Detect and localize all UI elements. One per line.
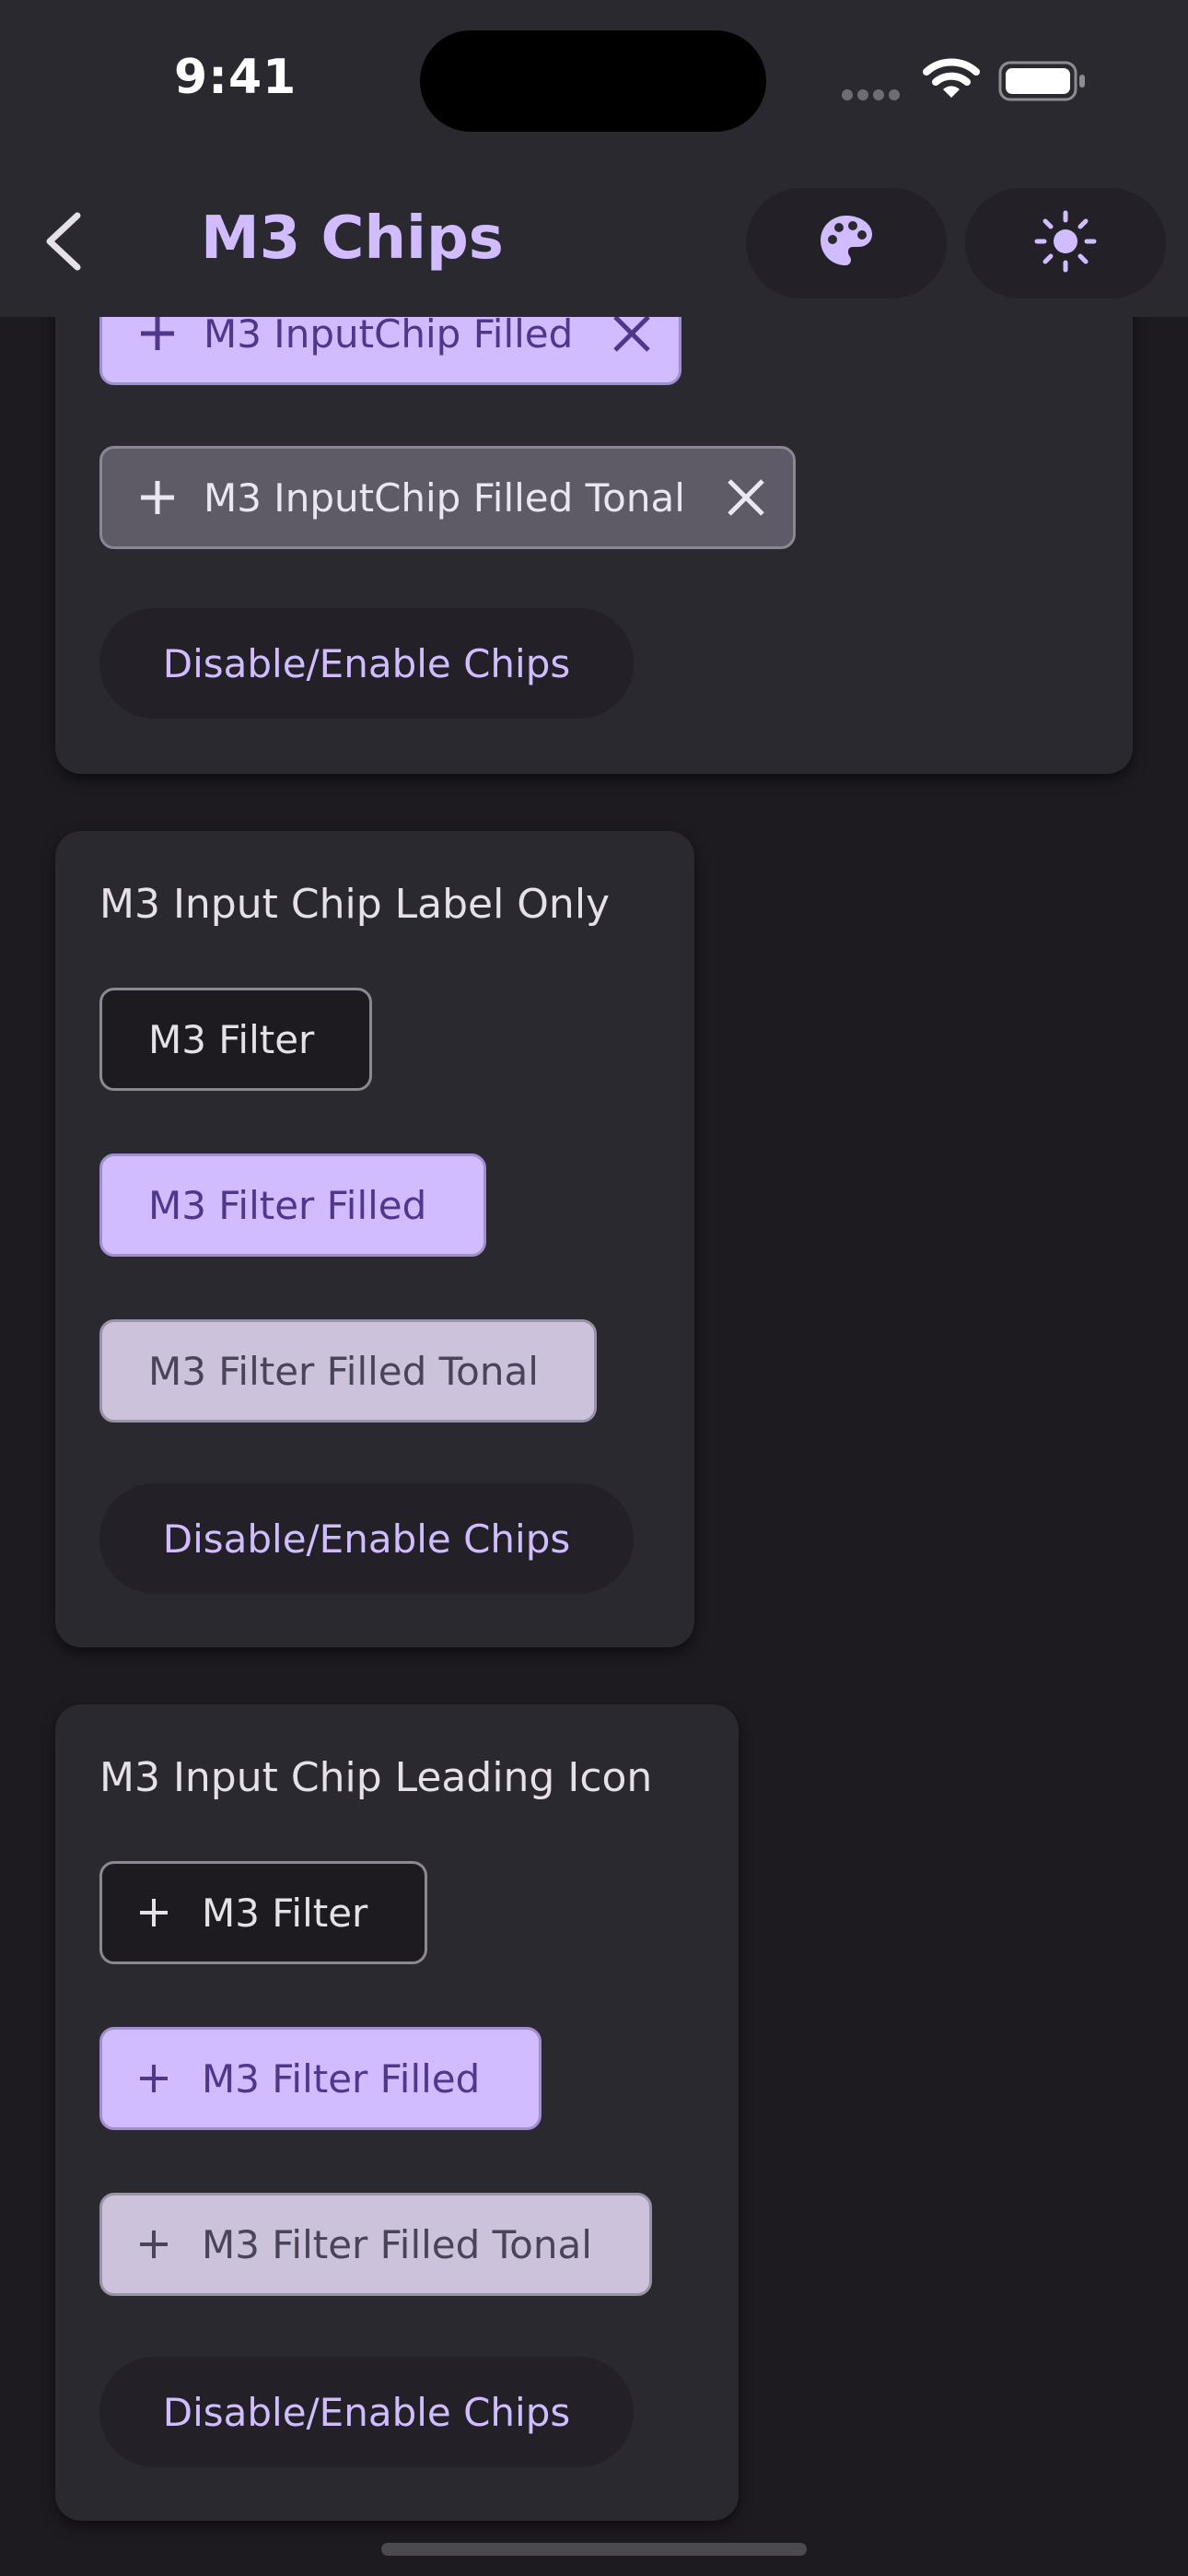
filter-chip[interactable]: M3 Filter [99,988,372,1091]
plus-icon [137,313,178,354]
input-chip-filled-tonal[interactable]: M3 InputChip Filled Tonal [99,446,796,549]
disable-enable-chips-button[interactable]: Disable/Enable Chips [99,1483,634,1594]
filter-chip-filled-tonal[interactable]: M3 Filter Filled Tonal [99,2193,652,2296]
plus-icon [137,2062,170,2095]
filter-chip-filled[interactable]: M3 Filter Filled [99,1153,486,1257]
wifi-icon [923,57,980,103]
palette-icon [817,212,876,275]
chip-label: M3 Filter Filled [148,1182,427,1228]
card-title: M3 Input Chip Label Only [99,881,611,928]
plus-icon [137,1896,170,1929]
disable-enable-chips-button[interactable]: Disable/Enable Chips [99,2357,634,2467]
chevron-left-icon[interactable] [35,205,90,278]
battery-icon [998,61,1087,105]
filter-chip-filled-tonal[interactable]: M3 Filter Filled Tonal [99,1319,597,1423]
status-time: 9:41 [174,50,297,105]
card-title: M3 Input Chip Leading Icon [99,1754,653,1801]
palette-button[interactable] [746,188,947,299]
filter-chip[interactable]: M3 Filter [99,1861,427,1964]
chip-label: M3 InputChip Filled Tonal [204,474,685,521]
plus-icon [137,2228,170,2261]
chip-label: M3 InputChip Filled [204,310,574,357]
theme-toggle-button[interactable] [965,188,1166,299]
disable-enable-chips-button[interactable]: Disable/Enable Chips [99,608,634,719]
filter-chip-filled[interactable]: M3 Filter Filled [99,2027,542,2130]
plus-icon [137,477,178,518]
chip-label: M3 Filter Filled Tonal [202,2221,592,2267]
home-indicator [381,2543,807,2556]
sun-icon [1034,210,1097,276]
chip-label: M3 Filter Filled Tonal [148,1348,539,1394]
chip-label: M3 Filter [202,1890,368,1936]
cellular-signal-icon [842,87,904,104]
chip-label: M3 Filter Filled [202,2055,481,2102]
chip-label: M3 Filter [148,1016,315,1062]
close-icon[interactable] [611,312,653,355]
close-icon[interactable] [725,476,767,519]
page-title: M3 Chips [201,205,504,273]
app-bar: 9:41 M3 Chips [0,0,1188,317]
dynamic-island [420,30,766,132]
